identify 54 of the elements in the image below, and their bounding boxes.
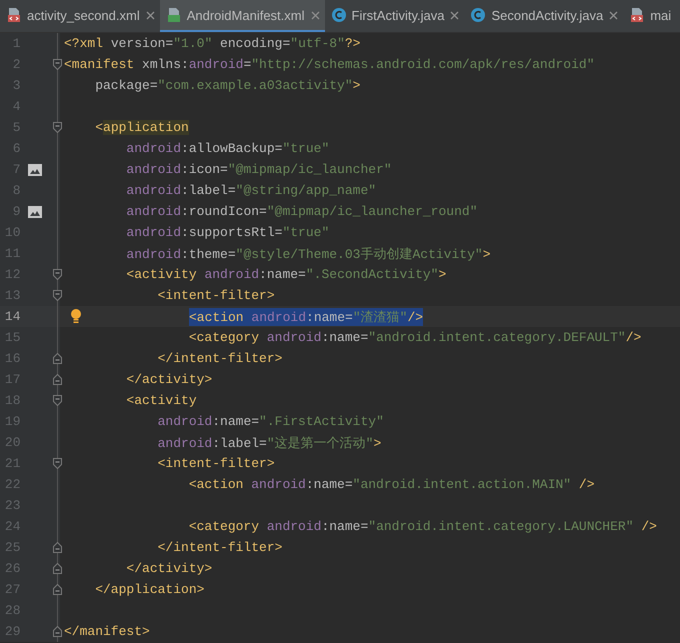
fold-icon[interactable] bbox=[53, 374, 62, 385]
code-line: <action android:name="android.intent.action.MAIN" /> bbox=[188, 477, 594, 492]
code-line: <activity bbox=[125, 393, 197, 408]
editor-tab[interactable]: FirstActivity.java bbox=[324, 0, 464, 32]
code-line: android:roundIcon="@mipmap/ic_launcher_round" bbox=[125, 204, 478, 219]
code-line: <?xml version="1.0" encoding="utf-8"?> bbox=[64, 36, 360, 51]
fold-icon[interactable] bbox=[53, 59, 62, 70]
code-line: <intent-filter> bbox=[156, 288, 275, 303]
class-file-icon bbox=[330, 7, 346, 23]
manifest-file-icon bbox=[166, 7, 182, 23]
editor-tab[interactable]: AndroidManifest.xml bbox=[160, 0, 324, 32]
code-line: <activity android:name=".SecondActivity"> bbox=[125, 267, 446, 282]
close-icon[interactable] bbox=[146, 10, 155, 20]
fold-icon[interactable] bbox=[53, 584, 62, 595]
editor-tab[interactable]: activity_second.xml bbox=[0, 0, 160, 32]
code-line: <category android:name="android.intent.category.LAUNCHER" /> bbox=[188, 519, 657, 534]
editor-tab[interactable]: mai bbox=[623, 0, 676, 32]
code-line: android:allowBackup="true" bbox=[125, 141, 330, 156]
fold-icon[interactable] bbox=[53, 626, 62, 637]
code-line: </activity> bbox=[125, 561, 212, 576]
code-line: <manifest xmlns:android="http://schemas.android.com/apk/res/android" bbox=[64, 57, 595, 72]
code-line: <intent-filter> bbox=[156, 456, 275, 471]
image-icon[interactable] bbox=[28, 206, 42, 218]
fold-icon[interactable] bbox=[53, 542, 62, 553]
code-line: android:supportsRtl="true" bbox=[125, 225, 330, 240]
fold-icon[interactable] bbox=[53, 395, 62, 406]
code-line: package="com.example.a03activity"> bbox=[94, 78, 360, 93]
code-line: android:theme="@style/Theme.03手动创建Activity"> bbox=[125, 246, 490, 262]
code-line: <application bbox=[94, 120, 189, 135]
code-line: android:label="@string/app_name" bbox=[125, 183, 376, 198]
code-line: </intent-filter> bbox=[156, 351, 282, 366]
bulb-icon[interactable] bbox=[70, 308, 82, 324]
close-icon[interactable] bbox=[609, 10, 618, 20]
image-icon[interactable] bbox=[28, 164, 42, 176]
fold-icon[interactable] bbox=[53, 563, 62, 574]
line-number: 14 bbox=[4, 309, 21, 324]
fold-icon[interactable] bbox=[53, 458, 62, 469]
class-file-icon bbox=[470, 7, 486, 23]
code-line: </application> bbox=[94, 582, 204, 597]
code-line: </intent-filter> bbox=[156, 540, 282, 555]
editor-tab[interactable]: SecondActivity.java bbox=[464, 0, 624, 32]
xml-file-icon bbox=[6, 7, 22, 23]
fold-icon[interactable] bbox=[53, 353, 62, 364]
fold-icon[interactable] bbox=[53, 269, 62, 280]
code-line: android:label="这是第一个活动"> bbox=[156, 434, 382, 452]
fold-icon[interactable] bbox=[53, 290, 62, 301]
fold-icon[interactable] bbox=[53, 122, 62, 133]
code-line: <category android:name="android.intent.category.DEFAULT"/> bbox=[188, 330, 642, 345]
xml-file-icon bbox=[629, 7, 646, 23]
code-line: android:icon="@mipmap/ic_launcher" bbox=[125, 162, 392, 177]
code-line: </manifest> bbox=[64, 624, 150, 639]
close-icon[interactable] bbox=[450, 10, 460, 20]
code-line: android:name=".FirstActivity" bbox=[156, 414, 384, 429]
code-line: </activity> bbox=[125, 372, 212, 387]
